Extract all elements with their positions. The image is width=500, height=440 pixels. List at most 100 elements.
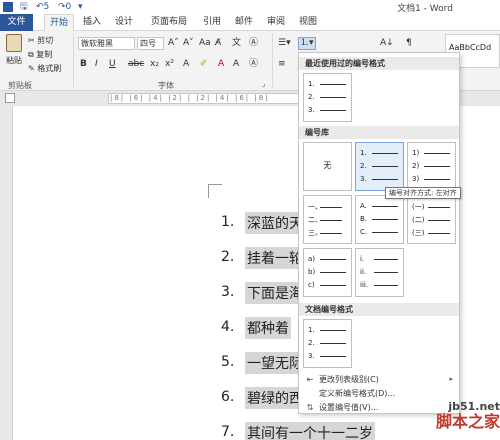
highlight-icon[interactable]: ✐ xyxy=(200,59,208,70)
sort-icon[interactable]: A↓ xyxy=(380,38,394,49)
tile-label: C. xyxy=(360,228,368,236)
font-group-label: 字体 xyxy=(158,81,174,90)
clear-format-icon[interactable]: A̸ xyxy=(215,38,221,49)
numbering-tile-chinese[interactable]: 一、 二、 三、 xyxy=(303,195,352,244)
tab-insert[interactable]: 插入 xyxy=(80,14,104,31)
list-text: 下面是海 xyxy=(245,282,305,304)
tile-label: 1. xyxy=(308,80,315,88)
list-text: 其间有一个十一二岁 xyxy=(245,422,375,440)
char-shading-icon[interactable]: A xyxy=(233,59,239,70)
numbering-icon[interactable]: ⒈▾ xyxy=(298,37,316,50)
change-case-icon[interactable]: Aa xyxy=(199,38,211,49)
tile-label: (三) xyxy=(412,229,425,237)
bold-icon[interactable]: B xyxy=(80,59,87,70)
tab-view[interactable]: 视图 xyxy=(296,14,320,31)
grow-font-icon[interactable]: A˄ xyxy=(168,38,179,49)
paste-button[interactable]: 粘贴 xyxy=(6,55,22,66)
tile-label: 3) xyxy=(412,175,420,183)
tile-label: i. xyxy=(360,255,365,263)
define-number-format-item[interactable]: 定义新编号格式(D)... xyxy=(299,387,459,400)
none-label: 无 xyxy=(323,161,332,170)
tile-label: iii. xyxy=(360,281,369,289)
menu-label: 更改列表级别(C) xyxy=(319,375,379,384)
numbering-tile-lower-alpha[interactable]: a) b) c) xyxy=(303,248,352,297)
list-text: 挂着一轮 xyxy=(245,247,305,269)
tile-label: 1. xyxy=(360,149,367,157)
list-number: 5. xyxy=(221,354,235,370)
cut-label: 剪切 xyxy=(37,36,54,45)
tab-selector-icon[interactable] xyxy=(5,93,15,103)
enclose-char-icon[interactable]: Ⓐ xyxy=(249,38,258,49)
brush-icon: ✎ xyxy=(28,64,35,73)
superscript-icon[interactable]: x² xyxy=(165,59,174,70)
tab-file[interactable]: 文件 xyxy=(0,14,33,31)
tile-label: A. xyxy=(360,202,367,210)
char-border-icon[interactable]: Ⓐ xyxy=(249,59,258,70)
recent-formats-header: 最近使用过的编号格式 xyxy=(299,57,459,70)
group-separator xyxy=(272,33,273,87)
text-effects-icon[interactable]: A xyxy=(183,59,189,70)
tab-page-layout[interactable]: 页面布局 xyxy=(146,14,192,31)
ruler-ticks: |8| |6| |4| |2| | |2| |4| |6| |8| xyxy=(110,94,270,102)
window-title: 文档1 - Word xyxy=(397,4,453,14)
tab-design[interactable]: 设计 xyxy=(112,14,136,31)
cut-button[interactable]: ✂ 剪切 xyxy=(28,35,53,46)
tab-references[interactable]: 引用 xyxy=(200,14,224,31)
tile-label: 2. xyxy=(308,93,315,101)
tab-home[interactable]: 开始 xyxy=(44,14,74,32)
bullets-icon[interactable]: ☰▾ xyxy=(278,38,291,49)
format-painter-button[interactable]: ✎ 格式刷 xyxy=(28,63,61,74)
list-number: 3. xyxy=(221,284,235,300)
numbering-tile-upper-alpha[interactable]: A. B. C. xyxy=(355,195,404,244)
recent-numbering-tile[interactable]: 1. 2. 3. xyxy=(303,73,352,122)
tab-mailings[interactable]: 邮件 xyxy=(232,14,256,31)
site-watermark: jb51.net 脚本之家 xyxy=(410,400,500,431)
numbering-tile-decimal[interactable]: 1. 2. 3. xyxy=(355,142,404,191)
strikethrough-icon[interactable]: abc xyxy=(128,59,144,70)
italic-icon[interactable]: I xyxy=(95,59,98,70)
list-number: 2. xyxy=(221,249,235,265)
numbering-dropdown: 最近使用过的编号格式 1. 2. 3. 编号库 无 1. 2. 3. 1) 2)… xyxy=(298,52,460,414)
tile-label: 3. xyxy=(308,352,315,360)
title-bar: 🖫 ↶5 ↷0 ▾ 文档1 - Word xyxy=(0,0,500,14)
show-marks-icon[interactable]: ¶ xyxy=(406,38,412,49)
underline-icon[interactable]: U xyxy=(109,59,116,70)
tile-label: 3. xyxy=(360,175,367,183)
tab-review[interactable]: 审阅 xyxy=(264,14,288,31)
numbering-tile-paren[interactable]: 1) 2) 3) xyxy=(407,142,456,191)
vertical-ruler[interactable] xyxy=(0,106,13,440)
tile-label: 三、 xyxy=(308,229,322,237)
list-text: 一望无际 xyxy=(245,352,305,374)
font-dialog-launcher-icon[interactable]: ⌟ xyxy=(262,79,265,90)
set-value-icon: ⇅ xyxy=(306,403,314,412)
tile-label: 2. xyxy=(360,162,367,170)
document-formats-header: 文档编号格式 xyxy=(299,303,459,316)
numbering-none-tile[interactable]: 无 xyxy=(303,142,352,191)
subscript-icon[interactable]: x₂ xyxy=(150,59,159,70)
shrink-font-icon[interactable]: A˅ xyxy=(183,38,194,49)
font-name-select[interactable]: 微软雅黑 xyxy=(78,37,135,50)
numbering-tile-chinese-paren[interactable]: (一) (二) (三) xyxy=(407,195,456,244)
align-left-icon[interactable]: ≡ xyxy=(278,59,286,70)
copy-label: 复制 xyxy=(36,50,53,59)
list-number: 1. xyxy=(221,214,235,230)
list-item[interactable]: 7. 其间有一个十一二岁 xyxy=(209,420,375,440)
document-numbering-tile[interactable]: 1. 2. 3. xyxy=(303,319,352,368)
paste-icon[interactable] xyxy=(6,34,22,52)
tile-label: 1) xyxy=(412,149,420,157)
change-level-icon: ⇤ xyxy=(306,375,314,384)
font-color-icon[interactable]: A xyxy=(218,59,224,70)
change-list-level-item[interactable]: ⇤ 更改列表级别(C) ▸ xyxy=(299,373,459,386)
phonetic-guide-icon[interactable]: 文 xyxy=(232,38,241,49)
tile-label: 二、 xyxy=(308,216,322,224)
tile-label: c) xyxy=(308,281,315,289)
tile-label: 2. xyxy=(308,339,315,347)
font-size-select[interactable]: 四号 xyxy=(137,37,164,50)
submenu-arrow-icon: ▸ xyxy=(449,375,453,383)
numbering-library-header: 编号库 xyxy=(299,126,459,139)
format-painter-label: 格式刷 xyxy=(37,64,62,73)
tile-label: B. xyxy=(360,215,368,223)
watermark-name: 脚本之家 xyxy=(435,412,500,431)
numbering-tile-roman[interactable]: i. ii. iii. xyxy=(355,248,404,297)
copy-button[interactable]: ⧉ 复制 xyxy=(28,49,52,60)
